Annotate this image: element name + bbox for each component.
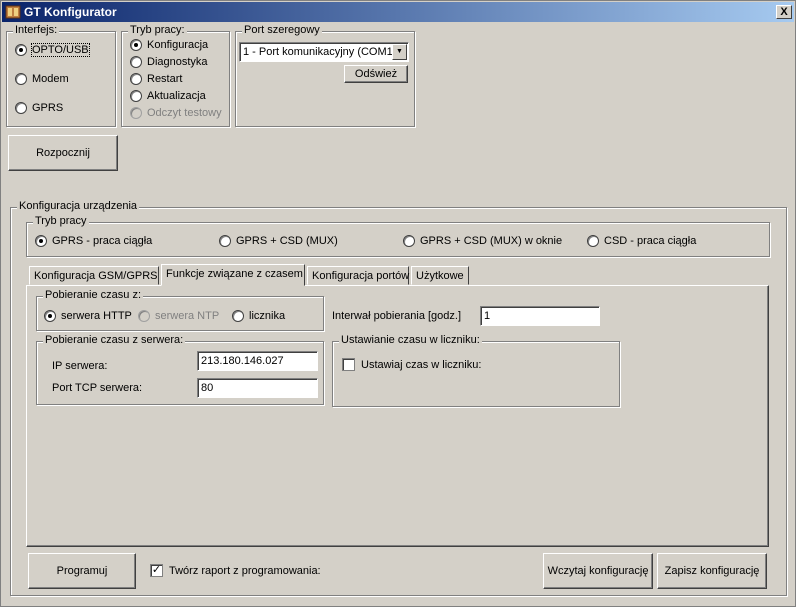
checkbox-indicator <box>342 358 355 371</box>
radio-meter[interactable]: licznika <box>232 310 285 322</box>
meter-time-group-title: Ustawianie czasu w liczniku: <box>339 334 482 346</box>
radio-indicator <box>130 73 142 85</box>
load-config-button[interactable]: Wczytaj konfigurację <box>543 553 653 589</box>
radio-label: GPRS + CSD (MUX) w oknie <box>420 235 563 247</box>
radio-csd-continuous[interactable]: CSD - praca ciągła <box>587 235 696 247</box>
work-mode-group: Tryb pracy: Konfiguracja Diagnostyka Res… <box>121 24 230 127</box>
close-icon: X <box>780 5 788 18</box>
time-source-group-title: Pobieranie czasu z: <box>43 289 143 301</box>
radio-gprs-continuous[interactable]: GPRS - praca ciągła <box>35 235 152 247</box>
device-config-group-title: Konfiguracja urządzenia <box>17 200 140 212</box>
radio-odczyt-testowy: Odczyt testowy <box>130 107 222 119</box>
server-time-group: Pobieranie czasu z serwera: IP serwera: … <box>36 334 324 405</box>
radio-indicator <box>130 90 142 102</box>
radio-label: serwera NTP <box>155 310 220 322</box>
radio-indicator <box>130 107 142 119</box>
radio-indicator <box>403 235 415 247</box>
radio-opto-usb[interactable]: OPTO/USB <box>15 43 90 57</box>
radio-label: OPTO/USB <box>31 43 90 57</box>
interval-input[interactable] <box>480 306 600 326</box>
checkbox-label: Ustawiaj czas w liczniku: <box>361 358 482 371</box>
tcp-port-label: Port TCP serwera: <box>52 382 143 394</box>
radio-label: GPRS + CSD (MUX) <box>236 235 338 247</box>
radio-konfiguracja[interactable]: Konfiguracja <box>130 39 208 51</box>
radio-label: licznika <box>249 310 286 322</box>
radio-indicator <box>35 235 47 247</box>
tab-time-functions[interactable]: Funkcje związane z czasem <box>161 264 305 286</box>
tab-gsm-gprs[interactable]: Konfiguracja GSM/GPRS <box>29 266 159 285</box>
tcp-port-input[interactable] <box>197 378 318 398</box>
radio-ntp-server: serwera NTP <box>138 310 219 322</box>
radio-label: Restart <box>147 73 183 85</box>
radio-label: Konfiguracja <box>147 39 209 51</box>
radio-label: CSD - praca ciągła <box>604 235 697 247</box>
radio-indicator <box>138 310 150 322</box>
tab-panel: Pobieranie czasu z: serwera HTTP serwera… <box>26 285 769 547</box>
tab-label: Konfiguracja portów <box>312 270 410 282</box>
work-mode-group-title: Tryb pracy: <box>128 24 187 36</box>
serial-port-group-title: Port szeregowy <box>242 24 322 36</box>
radio-indicator <box>587 235 599 247</box>
time-source-group: Pobieranie czasu z: serwera HTTP serwera… <box>36 289 324 331</box>
tab-utility[interactable]: Użytkowe <box>411 266 469 285</box>
window-title: GT Konfigurator <box>24 5 117 19</box>
interface-group-title: Interfejs: <box>13 24 60 36</box>
tab-label: Konfiguracja GSM/GPRS <box>34 270 158 282</box>
chevron-down-icon[interactable]: ▼ <box>392 44 407 60</box>
radio-label: Modem <box>32 73 69 85</box>
checkbox-label: Twórz raport z programowania: <box>169 564 321 577</box>
radio-label: Aktualizacja <box>147 90 206 102</box>
gt-app-icon <box>5 4 21 20</box>
serial-port-select[interactable]: 1 - Port komunikacyjny (COM1) ▼ <box>239 42 409 62</box>
create-report-checkbox[interactable]: ✓ Twórz raport z programowania: <box>150 564 321 577</box>
program-button[interactable]: Programuj <box>28 553 136 589</box>
refresh-button[interactable]: Odśwież <box>344 65 408 83</box>
radio-diagnostyka[interactable]: Diagnostyka <box>130 56 208 68</box>
start-button[interactable]: Rozpocznij <box>8 135 118 171</box>
interval-label: Interwał pobierania [godz.] <box>332 310 462 322</box>
radio-label: GPRS <box>32 102 64 114</box>
radio-http-server[interactable]: serwera HTTP <box>44 310 132 322</box>
radio-label: Diagnostyka <box>147 56 208 68</box>
tab-label: Użytkowe <box>416 270 464 282</box>
checkmark-icon: ✓ <box>150 564 163 577</box>
close-button[interactable]: X <box>776 5 792 19</box>
meter-time-group: Ustawianie czasu w liczniku: Ustawiaj cz… <box>332 334 620 407</box>
device-mode-group: Tryb pracy GPRS - praca ciągła GPRS + CS… <box>26 215 770 257</box>
interface-group: Interfejs: OPTO/USB Modem GPRS <box>6 24 116 127</box>
radio-indicator <box>15 102 27 114</box>
radio-label: GPRS - praca ciągła <box>52 235 153 247</box>
device-mode-group-title: Tryb pracy <box>33 215 89 227</box>
radio-indicator <box>15 44 27 56</box>
tab-label: Funkcje związane z czasem <box>166 268 303 280</box>
radio-label: Odczyt testowy <box>147 107 222 119</box>
main-window: GT Konfigurator X Interfejs: OPTO/USB Mo… <box>0 0 796 607</box>
title-bar[interactable]: GT Konfigurator X <box>2 2 794 22</box>
radio-indicator <box>15 73 27 85</box>
serial-port-value: 1 - Port komunikacyjny (COM1) <box>243 46 397 58</box>
save-config-button[interactable]: Zapisz konfigurację <box>657 553 767 589</box>
radio-gprs-csd-mux[interactable]: GPRS + CSD (MUX) <box>219 235 338 247</box>
radio-modem[interactable]: Modem <box>15 73 69 85</box>
radio-gprs[interactable]: GPRS <box>15 102 63 114</box>
radio-indicator <box>44 310 56 322</box>
server-time-group-title: Pobieranie czasu z serwera: <box>43 334 186 346</box>
radio-indicator <box>130 39 142 51</box>
ip-server-input[interactable] <box>197 351 318 371</box>
radio-restart[interactable]: Restart <box>130 73 182 85</box>
tab-ports[interactable]: Konfiguracja portów <box>307 266 409 285</box>
ip-server-label: IP serwera: <box>52 360 108 372</box>
radio-aktualizacja[interactable]: Aktualizacja <box>130 90 206 102</box>
radio-indicator <box>130 56 142 68</box>
serial-port-group: Port szeregowy 1 - Port komunikacyjny (C… <box>235 24 415 127</box>
radio-indicator <box>219 235 231 247</box>
set-meter-time-checkbox[interactable]: Ustawiaj czas w liczniku: <box>342 358 481 371</box>
radio-label: serwera HTTP <box>61 310 132 322</box>
radio-gprs-csd-mux-window[interactable]: GPRS + CSD (MUX) w oknie <box>403 235 562 247</box>
radio-indicator <box>232 310 244 322</box>
